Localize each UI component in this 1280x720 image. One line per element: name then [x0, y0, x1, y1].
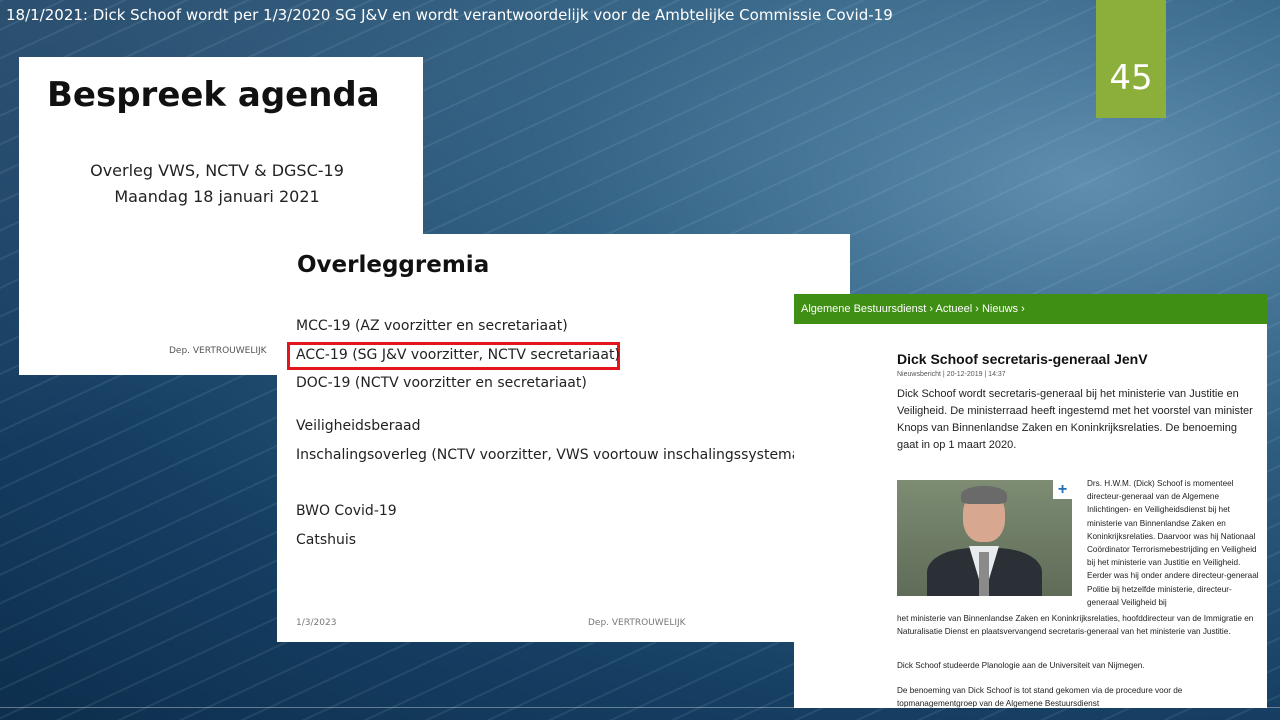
news-paragraph-study: Dick Schoof studeerde Planologie aan de … [897, 661, 1145, 670]
agenda-confidential-label: Dep. VERTROUWELIJK [169, 346, 267, 356]
news-bio-rest: het ministerie van Binnenlandse Zaken en… [897, 614, 1254, 637]
news-card: Algemene Bestuursdienst › Actueel › Nieu… [794, 294, 1267, 708]
gremia-footer-date: 1/3/2023 [296, 618, 337, 628]
breadcrumb[interactable]: Algemene Bestuursdienst › Actueel › Nieu… [794, 294, 1267, 324]
gremia-item-acc: ACC-19 (SG J&V voorzitter, NCTV secretar… [296, 347, 620, 363]
gremia-item-catshuis: Catshuis [296, 532, 357, 548]
news-paragraph-procedure: De benoeming van Dick Schoof is tot stan… [897, 686, 1183, 708]
slide-title: 18/1/2021: Dick Schoof wordt per 1/3/202… [6, 6, 893, 24]
agenda-date-line: Maandag 18 januari 2021 [114, 187, 320, 206]
news-headline: Dick Schoof secretaris-generaal JenV [897, 351, 1148, 367]
gremia-heading: Overleggremia [297, 252, 490, 278]
news-meta: Nieuwsbericht | 20-12-2019 | 14:37 [897, 371, 1006, 378]
gremia-item-bwo: BWO Covid-19 [296, 503, 397, 519]
page-number-tab: 45 [1096, 0, 1166, 118]
agenda-heading: Bespreek agenda [47, 75, 380, 115]
agenda-meeting-line: Overleg VWS, NCTV & DGSC-19 [90, 161, 344, 180]
portrait-photo [897, 480, 1072, 596]
gremia-confidential-label: Dep. VERTROUWELIJK [588, 618, 686, 628]
gremia-item-veiligheidsberaad: Veiligheidsberaad [296, 418, 421, 434]
footer-divider [0, 707, 1280, 708]
gremia-item-doc: DOC-19 (NCTV voorzitter en secretariaat) [296, 375, 587, 389]
plus-icon[interactable]: + [1053, 480, 1072, 499]
gremia-item-inschalingsoverleg: Inschalingsoverleg (NCTV voorzitter, VWS… [296, 447, 819, 463]
news-bio-side: Drs. H.W.M. (Dick) Schoof is momenteel d… [1087, 479, 1259, 607]
gremia-item-mcc: MCC-19 (AZ voorzitter en secretariaat) [296, 318, 568, 334]
gremia-card: Overleggremia MCC-19 (AZ voorzitter en s… [277, 234, 850, 642]
news-lead: Dick Schoof wordt secretaris-generaal bi… [897, 388, 1253, 451]
